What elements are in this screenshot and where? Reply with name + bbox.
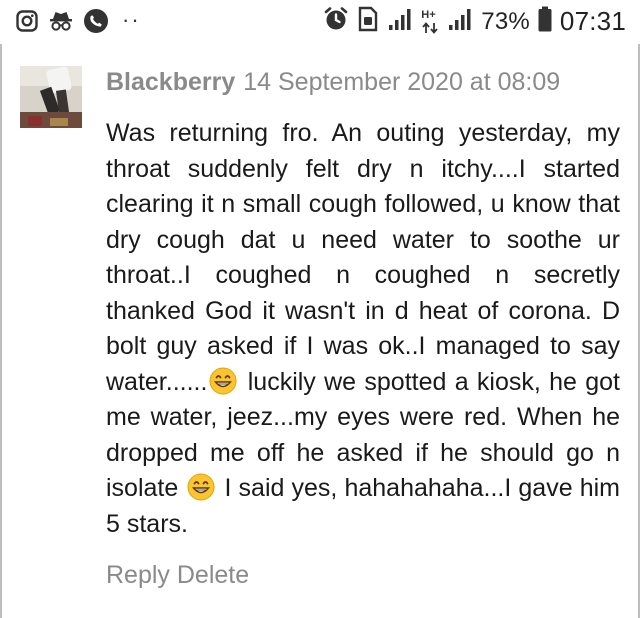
sim-icon: [357, 6, 379, 37]
avatar[interactable]: [20, 66, 82, 128]
battery-percent: 73%: [481, 7, 530, 35]
battery-icon: [538, 6, 552, 37]
reply-link[interactable]: Reply: [106, 561, 170, 589]
alarm-icon: [323, 6, 349, 37]
status-overflow-dots: ··: [122, 6, 141, 32]
comment-actions: Reply Delete: [106, 561, 249, 590]
comment-author[interactable]: Blackberry: [106, 68, 235, 96]
instagram-icon: [16, 10, 38, 37]
data-icon: H+: [421, 9, 439, 35]
page-edge-left: [0, 44, 2, 618]
delete-link[interactable]: Delete: [177, 561, 249, 589]
status-bar: ·· H+ 73% 07:31: [0, 0, 640, 44]
comment-body: Was returning fro. An outing yesterday, …: [106, 116, 620, 542]
incognito-icon: [48, 10, 74, 37]
grinning-face-icon: [209, 367, 237, 395]
network-type-label: H+: [421, 8, 436, 21]
phone-icon: [84, 9, 108, 38]
clock: 07:31: [559, 6, 626, 36]
comment-text-part-1: Was returning fro. An outing yesterday, …: [106, 119, 620, 396]
comment-timestamp[interactable]: 14 September 2020 at 08:09: [243, 68, 560, 96]
grinning-face-icon: [187, 473, 215, 501]
status-right-icons: H+ 73% 07:31: [323, 6, 626, 37]
status-left-icons: ··: [16, 6, 141, 38]
comment-header: Blackberry 14 September 2020 at 08:09: [106, 68, 560, 97]
comment-text: Was returning fro. An outing yesterday, …: [106, 116, 620, 542]
signal-icon: [447, 7, 473, 36]
signal-icon: [387, 7, 413, 36]
